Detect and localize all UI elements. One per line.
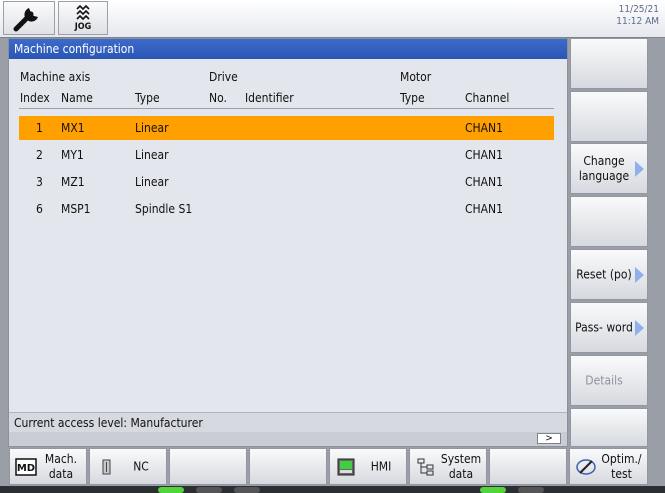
jog-mode-button[interactable]: JOG	[58, 1, 108, 35]
header-divider	[19, 108, 554, 109]
table-row[interactable]: 1 MX1 Linear CHAN1	[19, 116, 554, 140]
group-motor: Motor	[400, 70, 432, 84]
details-button[interactable]: Details	[570, 355, 648, 406]
md-icon: MD	[15, 458, 37, 476]
wrench-icon	[13, 8, 38, 32]
hardware-key-strip	[0, 486, 665, 493]
svg-text:MD: MD	[17, 463, 35, 474]
vertical-softkey-2[interactable]	[570, 91, 648, 142]
status-led	[234, 487, 260, 493]
column-motor-type: Type	[400, 91, 425, 105]
table-row[interactable]: 6 MSP1 Spindle S1 CHAN1	[19, 197, 554, 221]
time-text: 11:12 AM	[616, 16, 659, 27]
status-led	[480, 487, 506, 493]
change-language-button[interactable]: Change language	[570, 143, 648, 194]
group-drive: Drive	[209, 70, 238, 84]
jog-label: JOG	[74, 22, 92, 32]
access-level-status: Current access level: Manufacturer	[9, 412, 567, 432]
table-row[interactable]: 2 MY1 Linear CHAN1	[19, 143, 554, 167]
row-index: 6	[36, 202, 43, 216]
row-type: Linear	[135, 175, 169, 189]
nc-label: NC	[133, 459, 149, 473]
row-channel: CHAN1	[465, 148, 503, 162]
hmi-screen-icon	[337, 458, 355, 476]
hmi-label: HMI	[370, 459, 392, 473]
row-name: MSP1	[61, 202, 91, 216]
nc-button[interactable]: NC	[89, 448, 167, 485]
system-data-button[interactable]: System data	[409, 448, 487, 485]
vertical-softkey-4[interactable]	[570, 196, 648, 247]
password-button[interactable]: Pass- word	[570, 302, 648, 353]
row-name: MY1	[61, 148, 84, 162]
machine-area-button[interactable]	[3, 1, 55, 35]
scroll-right-button[interactable]: >	[537, 433, 561, 444]
horizontal-softkey-7[interactable]	[489, 448, 567, 485]
table-row[interactable]: 3 MZ1 Linear CHAN1	[19, 170, 554, 194]
column-drive-no: No.	[209, 91, 227, 105]
hmi-button[interactable]: HMI	[329, 448, 407, 485]
horizontal-softkey-3[interactable]	[169, 448, 247, 485]
vertical-softkey-8[interactable]	[570, 408, 648, 447]
date-time: 11/25/21 11:12 AM	[616, 4, 659, 28]
mach-data-button[interactable]: MD Mach. data	[9, 448, 87, 485]
horizontal-scrollbar[interactable]: >	[9, 432, 567, 446]
jog-mode-icon	[76, 4, 90, 21]
arrow-right-icon	[635, 319, 644, 336]
reset-po-button[interactable]: Reset (po)	[570, 249, 648, 300]
row-type: Linear	[135, 121, 169, 135]
arrow-right-icon	[635, 160, 644, 177]
row-index: 1	[36, 121, 43, 135]
date-text: 11/25/21	[618, 4, 659, 15]
top-bar: JOG 11/25/21 11:12 AM	[0, 0, 665, 38]
row-channel: CHAN1	[465, 202, 503, 216]
row-channel: CHAN1	[465, 175, 503, 189]
column-identifier: Identifier	[245, 91, 294, 105]
column-type: Type	[135, 91, 160, 105]
tree-icon	[417, 458, 434, 476]
vertical-softkey-strip	[650, 38, 665, 447]
row-type: Linear	[135, 148, 169, 162]
group-machine-axis: Machine axis	[20, 70, 91, 84]
status-led	[518, 487, 544, 493]
details-label: Details	[585, 373, 623, 387]
arrow-right-icon	[635, 266, 644, 283]
column-name: Name	[61, 91, 93, 105]
machine-configuration-panel: Machine configuration Machine axis Drive…	[8, 38, 568, 447]
system-data-label: System data	[440, 451, 482, 481]
panel-title: Machine configuration	[9, 39, 567, 59]
optim-test-label: Optim./ test	[601, 451, 642, 481]
row-index: 3	[36, 175, 43, 189]
optimization-icon	[576, 459, 596, 475]
row-name: MZ1	[61, 175, 85, 189]
nc-card-icon	[102, 459, 111, 475]
optim-test-button[interactable]: Optim./ test	[569, 448, 648, 485]
horizontal-softkey-4[interactable]	[249, 448, 327, 485]
vertical-softkey-1[interactable]	[570, 38, 648, 89]
status-led	[158, 487, 184, 493]
status-led	[196, 487, 222, 493]
row-type: Spindle S1	[135, 202, 193, 216]
row-name: MX1	[61, 121, 85, 135]
column-channel: Channel	[465, 91, 510, 105]
row-index: 2	[36, 148, 43, 162]
column-index: Index	[20, 91, 50, 105]
row-channel: CHAN1	[465, 121, 503, 135]
mach-data-label: Mach. data	[44, 451, 78, 481]
